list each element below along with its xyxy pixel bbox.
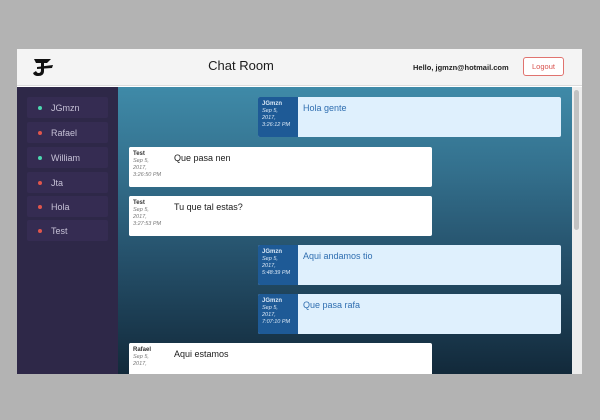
message-text: Que pasa rafa	[303, 300, 361, 310]
message-time: 5:48:39 PM	[262, 270, 291, 276]
user-name: William	[51, 152, 80, 163]
offline-status-dot	[38, 130, 42, 135]
message-meta: JGmzn Sep 5, 2017, 3:26:12 PM	[258, 97, 298, 137]
own-message: JGmzn Sep 5, 2017, 3:26:12 PM Hola gente	[258, 97, 561, 137]
message-date: 2017,	[133, 214, 147, 220]
message-date: Sep 5,	[262, 256, 278, 262]
message-author: Rafael	[133, 347, 152, 353]
user-list-sidebar: JGmzn Rafael William Jta Hola Test	[17, 87, 118, 374]
online-status-dot	[38, 155, 42, 160]
message-time: 7:07:10 PM	[262, 319, 291, 325]
header-bar: Chat Room Hello, jgmzn@hotmail.com Logou…	[17, 49, 582, 86]
message-text: Aqui estamos	[174, 349, 229, 359]
user-list-item[interactable]: Test	[27, 220, 108, 241]
message-text: Tu que tal estas?	[174, 202, 243, 212]
message-author: JGmzn	[262, 298, 283, 304]
message-date: 2017,	[262, 263, 276, 269]
other-message: Test Sep 5, 2017, 3:27:53 PM Tu que tal …	[129, 196, 432, 236]
own-message: JGmzn Sep 5, 2017, 7:07:10 PM Que pasa r…	[258, 294, 561, 334]
message-date: 2017,	[262, 312, 276, 318]
message-meta: Test Sep 5, 2017, 3:26:50 PM	[129, 147, 169, 187]
scrollbar-thumb[interactable]	[574, 90, 579, 230]
message-date: Sep 5,	[262, 108, 278, 114]
message-meta: JGmzn Sep 5, 2017, 5:48:39 PM	[258, 245, 298, 285]
chat-app-window: Chat Room Hello, jgmzn@hotmail.com Logou…	[17, 49, 582, 374]
other-message: Rafael Sep 5, 2017, Aqui estamos	[129, 343, 432, 374]
message-author: JGmzn	[262, 101, 283, 107]
message-date: Sep 5,	[133, 354, 149, 360]
page-title: Chat Room	[208, 58, 274, 73]
user-list-item[interactable]: Hola	[27, 196, 108, 217]
other-message: Test Sep 5, 2017, 3:26:50 PM Que pasa ne…	[129, 147, 432, 187]
message-date: 2017,	[133, 165, 147, 171]
user-name: Test	[51, 225, 68, 236]
user-name: Hola	[51, 201, 70, 212]
message-date: Sep 5,	[133, 207, 149, 213]
message-meta: JGmzn Sep 5, 2017, 7:07:10 PM	[258, 294, 298, 334]
message-author: JGmzn	[262, 249, 283, 255]
message-text: Que pasa nen	[174, 153, 231, 163]
offline-status-dot	[38, 228, 42, 233]
message-time: 3:26:12 PM	[262, 122, 291, 128]
message-time: 3:27:53 PM	[133, 221, 162, 227]
message-date: 2017,	[133, 361, 147, 367]
offline-status-dot	[38, 204, 42, 209]
message-scrollbar[interactable]	[572, 87, 582, 374]
message-author: Test	[133, 200, 145, 206]
message-text: Aqui andamos tio	[303, 251, 373, 261]
message-text: Hola gente	[303, 103, 347, 113]
user-name: Rafael	[51, 127, 78, 138]
message-meta: Rafael Sep 5, 2017,	[129, 343, 169, 374]
message-author: Test	[133, 151, 145, 157]
user-greeting: Hello, jgmzn@hotmail.com	[413, 63, 509, 72]
user-name: JGmzn	[51, 102, 80, 113]
user-list-item[interactable]: Jta	[27, 172, 108, 193]
own-message: JGmzn Sep 5, 2017, 5:48:39 PM Aqui andam…	[258, 245, 561, 285]
message-area[interactable]: JGmzn Sep 5, 2017, 3:26:12 PM Hola gente…	[118, 87, 582, 374]
message-date: 2017,	[262, 115, 276, 121]
user-list-item[interactable]: William	[27, 147, 108, 168]
message-meta: Test Sep 5, 2017, 3:27:53 PM	[129, 196, 169, 236]
user-list-item[interactable]: Rafael	[27, 122, 108, 143]
offline-status-dot	[38, 180, 42, 185]
user-name: Jta	[51, 177, 64, 188]
message-time: 3:26:50 PM	[133, 172, 162, 178]
online-status-dot	[38, 105, 42, 110]
user-list-item[interactable]: JGmzn	[27, 97, 108, 118]
message-date: Sep 5,	[262, 305, 278, 311]
logout-button[interactable]: Logout	[523, 57, 564, 76]
message-date: Sep 5,	[133, 158, 149, 164]
